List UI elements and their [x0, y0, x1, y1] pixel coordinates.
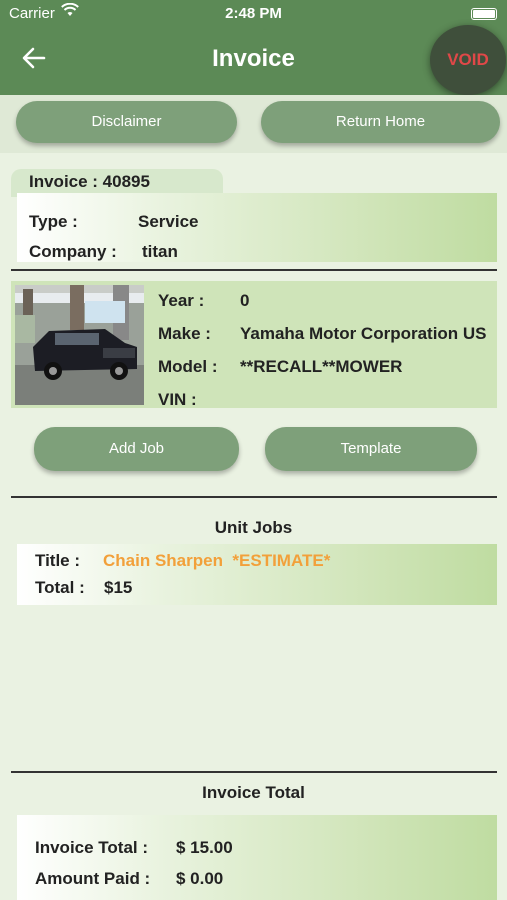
status-bar: Carrier 2:48 PM	[0, 2, 507, 25]
status-time: 2:48 PM	[225, 5, 282, 22]
job-title-value: Chain Sharpen *ESTIMATE*	[103, 551, 331, 570]
model-label: Model :	[158, 357, 218, 376]
make-value: Yamaha Motor Corporation US	[240, 324, 487, 343]
amount-paid-label: Amount Paid :	[35, 869, 151, 888]
template-button[interactable]: Template	[265, 427, 477, 471]
divider	[11, 771, 497, 773]
void-button[interactable]: VOID	[430, 25, 506, 95]
year-value: 0	[240, 291, 250, 310]
type-value: Service	[138, 212, 199, 231]
invoice-total-value: $ 15.00	[176, 838, 233, 857]
invoice-total-heading: Invoice Total	[202, 783, 305, 802]
year-label: Year :	[158, 291, 205, 310]
divider	[11, 496, 497, 498]
invoice-total-label: Invoice Total :	[35, 838, 149, 857]
company-value: titan	[142, 242, 178, 261]
job-total-label: Total :	[35, 578, 85, 597]
add-job-button[interactable]: Add Job	[34, 427, 239, 471]
divider	[11, 269, 497, 271]
company-label: Company :	[29, 242, 117, 261]
job-total-value: $15	[104, 578, 133, 597]
nav-bar: Carrier 2:48 PM Invoice	[0, 0, 507, 95]
battery-icon	[471, 8, 497, 20]
type-label: Type :	[29, 212, 78, 231]
disclaimer-button[interactable]: Disclaimer	[16, 101, 237, 143]
amount-paid-value: $ 0.00	[176, 869, 224, 888]
model-value: **RECALL**MOWER	[240, 357, 403, 376]
unit-jobs-heading: Unit Jobs	[214, 518, 293, 537]
return-home-button[interactable]: Return Home	[261, 101, 500, 143]
vehicle-photo	[15, 285, 144, 405]
job-title-label: Title :	[35, 551, 81, 570]
vin-label: VIN :	[158, 390, 197, 409]
make-label: Make :	[158, 324, 211, 343]
